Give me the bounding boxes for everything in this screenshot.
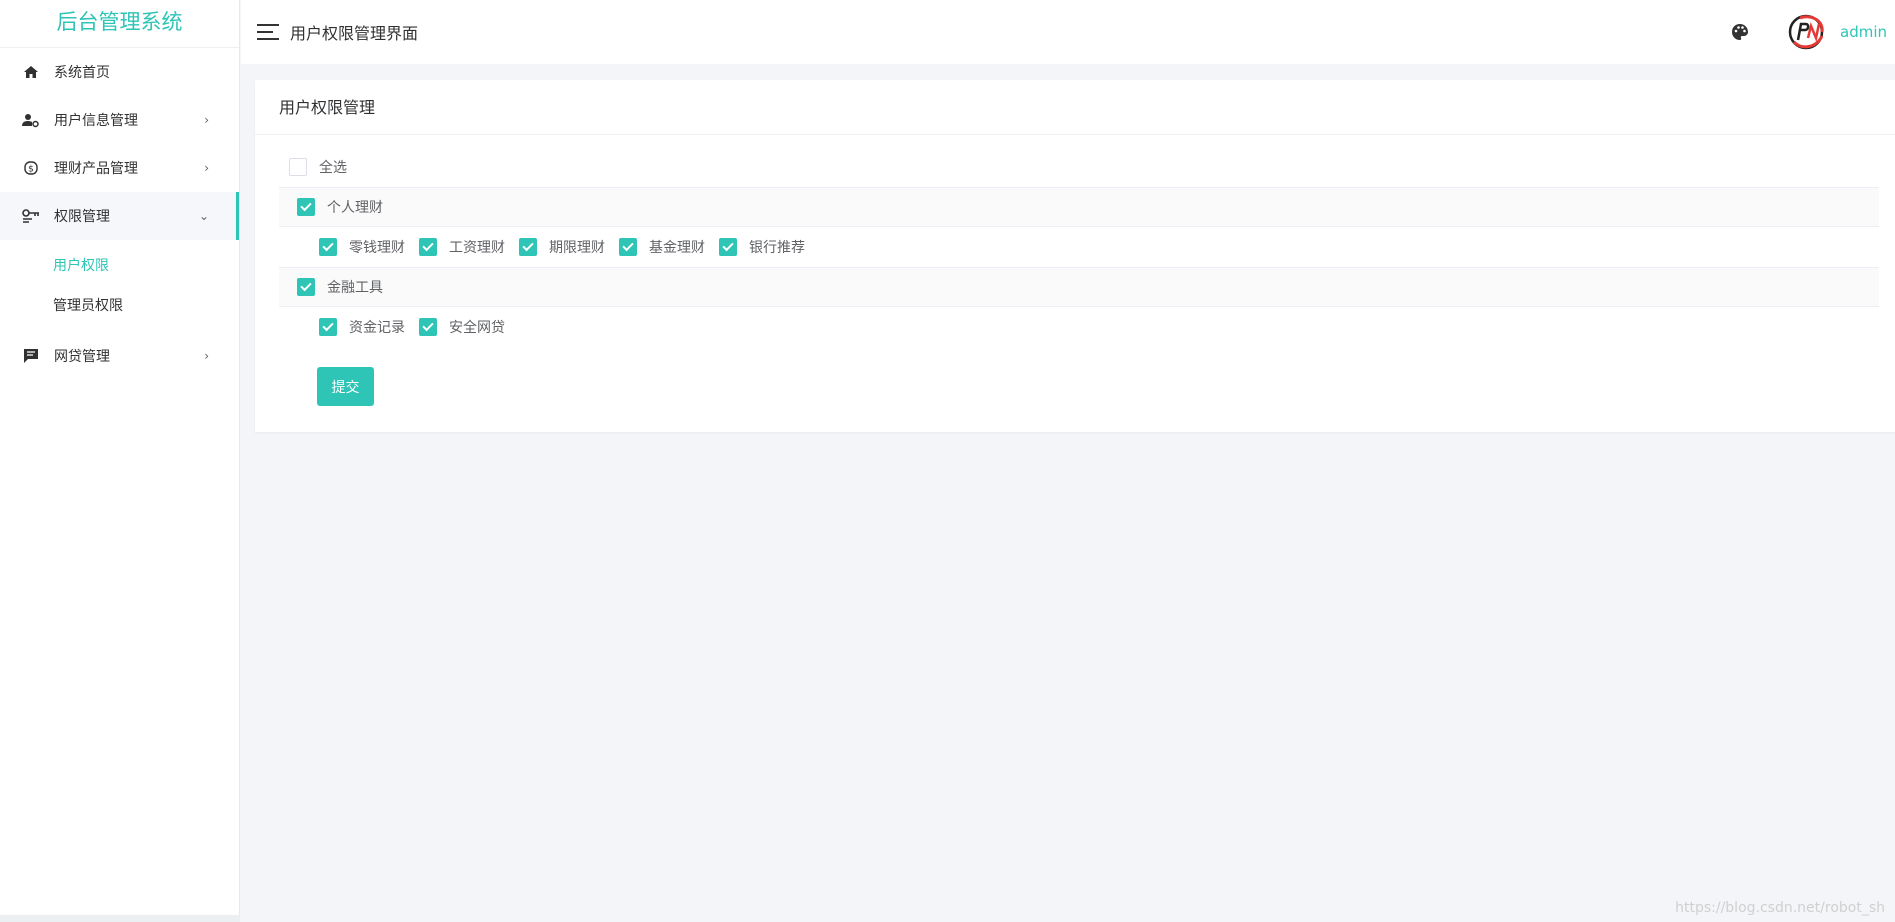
sidebar: 后台管理系统 系统首页 用户信息管理 › $ 理财产品管理 › 权限管理 ⌄ 用…: [0, 0, 240, 915]
svg-text:$: $: [28, 165, 34, 175]
avatar[interactable]: [1784, 10, 1828, 54]
checkbox-box: [319, 318, 337, 336]
permissions-submenu: 用户权限 管理员权限: [0, 240, 239, 332]
child-checkbox[interactable]: 基金理财: [619, 237, 705, 257]
palette-icon[interactable]: [1730, 22, 1750, 42]
watermark-text: https://blog.csdn.net/robot_sh: [1675, 900, 1885, 916]
select-all-checkbox[interactable]: 全选: [289, 157, 347, 177]
group-row-financial-tools: 金融工具: [279, 267, 1879, 307]
select-all-row: 全选: [279, 147, 1895, 187]
child-checkbox[interactable]: 工资理财: [419, 237, 505, 257]
checkbox-box: [319, 238, 337, 256]
child-checkbox[interactable]: 期限理财: [519, 237, 605, 257]
sidebar-item-label: 网贷管理: [54, 349, 110, 365]
sidebar-item-finance-products[interactable]: $ 理财产品管理 ›: [0, 144, 239, 192]
sidebar-subitem-user-permissions[interactable]: 用户权限: [0, 246, 239, 286]
group-row-personal-finance: 个人理财: [279, 187, 1879, 227]
brand-title: 后台管理系统: [0, 0, 239, 48]
checkbox-label: 金融工具: [327, 280, 383, 296]
checkbox-box: [297, 198, 315, 216]
permission-card: 用户权限管理 全选 个人理财 零钱理财 工资理财 期限理财 基金理财 银行推荐 …: [255, 80, 1895, 432]
checkbox-label: 银行推荐: [749, 240, 805, 256]
sidebar-item-label: 系统首页: [54, 65, 110, 81]
header-right-area: admin: [1730, 0, 1895, 64]
child-checkbox[interactable]: 安全网贷: [419, 317, 505, 337]
checkbox-box: [297, 278, 315, 296]
submit-button[interactable]: 提交: [317, 367, 374, 406]
sidebar-item-user-info[interactable]: 用户信息管理 ›: [0, 96, 239, 144]
checkbox-label: 期限理财: [549, 240, 605, 256]
checkbox-label: 基金理财: [649, 240, 705, 256]
sidebar-item-label: 用户信息管理: [54, 113, 138, 129]
page-title: 用户权限管理界面: [290, 24, 419, 43]
card-title: 用户权限管理: [255, 80, 1895, 135]
checkbox-label: 全选: [319, 160, 347, 176]
children-row-financial-tools: 资金记录 安全网贷: [279, 307, 1895, 347]
permission-tree: 全选 个人理财 零钱理财 工资理财 期限理财 基金理财 银行推荐 金融工具 资金…: [255, 135, 1895, 406]
checkbox-label: 安全网贷: [449, 320, 505, 336]
sidebar-item-permissions[interactable]: 权限管理 ⌄: [0, 192, 239, 240]
key-icon: [22, 207, 40, 225]
chevron-down-icon: ⌄: [198, 209, 209, 223]
username-link[interactable]: admin: [1840, 23, 1887, 41]
checkbox-label: 工资理财: [449, 240, 505, 256]
checkbox-label: 零钱理财: [349, 240, 405, 256]
finance-icon: $: [22, 159, 40, 177]
user-settings-icon: [22, 111, 40, 129]
child-checkbox[interactable]: 零钱理财: [319, 237, 405, 257]
top-header: 用户权限管理界面 admin: [241, 0, 1895, 64]
checkbox-label: 资金记录: [349, 320, 405, 336]
group-checkbox-personal-finance[interactable]: 个人理财: [297, 197, 383, 217]
child-checkbox[interactable]: 银行推荐: [719, 237, 805, 257]
chevron-right-icon: ›: [204, 161, 209, 175]
chevron-right-icon: ›: [204, 113, 209, 127]
home-icon: [22, 63, 40, 81]
checkbox-box: [419, 238, 437, 256]
checkbox-box: [519, 238, 537, 256]
chevron-right-icon: ›: [204, 349, 209, 363]
sidebar-item-label: 理财产品管理: [54, 161, 138, 177]
checkbox-box: [419, 318, 437, 336]
sidebar-bottom-scrollbar: [0, 915, 240, 922]
sidebar-item-label: 权限管理: [54, 209, 110, 225]
sidebar-item-home[interactable]: 系统首页: [0, 48, 239, 96]
group-checkbox-financial-tools[interactable]: 金融工具: [297, 277, 383, 297]
message-icon: [22, 347, 40, 365]
checkbox-label: 个人理财: [327, 200, 383, 216]
checkbox-box: [289, 158, 307, 176]
hamburger-menu-icon[interactable]: [257, 24, 279, 40]
children-row-personal-finance: 零钱理财 工资理财 期限理财 基金理财 银行推荐: [279, 227, 1895, 267]
sidebar-subitem-admin-permissions[interactable]: 管理员权限: [0, 286, 239, 326]
checkbox-box: [619, 238, 637, 256]
sidebar-item-online-loans[interactable]: 网贷管理 ›: [0, 332, 239, 380]
child-checkbox[interactable]: 资金记录: [319, 317, 405, 337]
checkbox-box: [719, 238, 737, 256]
